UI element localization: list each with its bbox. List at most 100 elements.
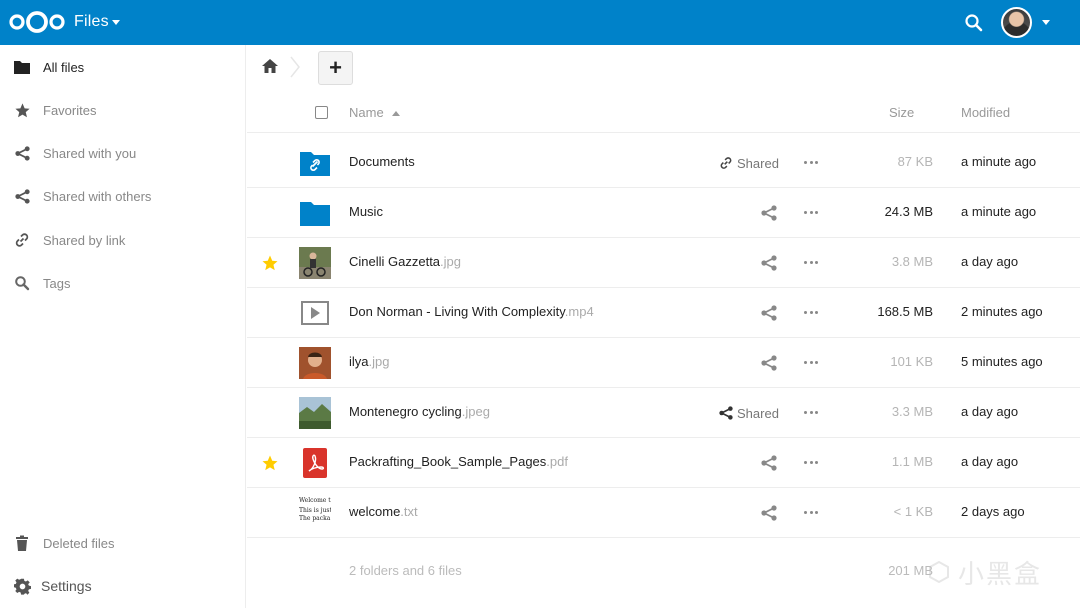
file-name[interactable]: Cinelli Gazzetta.jpg — [349, 254, 461, 269]
file-size: 3.8 MB — [891, 254, 933, 269]
share-icon — [719, 406, 733, 420]
chevron-down-icon[interactable] — [1042, 20, 1050, 25]
text-file-thumbnail: Welcome t This is just The packa — [299, 497, 331, 522]
sidebar-item-label: Shared with you — [43, 145, 137, 161]
summary-count: 2 folders and 6 files — [349, 563, 462, 578]
video-icon — [301, 301, 329, 325]
watermark: 小黑盒 — [926, 552, 1056, 592]
share-icon[interactable] — [761, 455, 777, 471]
sidebar-item-label: Tags — [43, 275, 71, 291]
file-list-area: + Name Size Modified Documents Shared 87… — [247, 45, 1080, 608]
share-icon — [13, 144, 31, 162]
nextcloud-logo-icon[interactable] — [8, 10, 66, 34]
table-row[interactable]: Don Norman - Living With Complexity.mp4 … — [247, 288, 1080, 338]
column-header-size[interactable]: Size — [889, 105, 914, 120]
sidebar-item-label: Shared by link — [43, 232, 126, 248]
select-all-checkbox[interactable] — [315, 106, 328, 119]
share-icon[interactable] — [761, 505, 777, 521]
table-row[interactable]: Packrafting_Book_Sample_Pages.pdf 1.1 MB… — [247, 438, 1080, 488]
file-modified: 2 minutes ago — [961, 304, 1043, 319]
column-header-name[interactable]: Name — [349, 105, 384, 120]
table-row[interactable]: Music 24.3 MB a minute ago — [247, 188, 1080, 238]
link-icon — [13, 231, 31, 249]
share-icon[interactable] — [761, 305, 777, 321]
app-header: Files — [0, 0, 1080, 45]
sidebar-item-label: Favorites — [43, 102, 97, 118]
share-status[interactable]: Shared — [719, 153, 779, 173]
star-icon[interactable] — [261, 254, 279, 272]
trash-icon — [13, 534, 31, 552]
file-modified: 5 minutes ago — [961, 354, 1043, 369]
home-icon[interactable] — [261, 57, 279, 75]
watermark-logo-icon — [929, 560, 949, 584]
file-name[interactable]: welcome.txt — [349, 504, 418, 519]
table-row[interactable]: Welcome t This is just The packa welcome… — [247, 488, 1080, 538]
folder-icon — [300, 202, 330, 226]
search-icon — [13, 274, 31, 292]
file-modified: a minute ago — [961, 204, 1037, 219]
image-thumbnail — [299, 347, 331, 379]
sidebar-item-favorites[interactable]: Favorites — [0, 90, 246, 130]
table-row[interactable]: Documents Shared 87 KB a minute ago — [247, 138, 1080, 188]
sidebar-item-label: Settings — [41, 578, 92, 594]
add-new-button[interactable]: + — [318, 51, 353, 85]
table-row[interactable]: Montenegro cycling.jpeg Shared 3.3 MB a … — [247, 388, 1080, 438]
share-icon[interactable] — [761, 255, 777, 271]
sidebar-item-all-files[interactable]: All files — [0, 47, 246, 87]
file-size: 87 KB — [897, 154, 933, 169]
file-name[interactable]: Music — [349, 204, 383, 219]
sidebar-item-shared-with-others[interactable]: Shared with others — [0, 176, 246, 216]
sidebar: All files Favorites Shared with you Shar… — [0, 45, 246, 608]
file-size: 168.5 MB — [877, 304, 933, 319]
share-icon[interactable] — [761, 355, 777, 371]
file-name[interactable]: Montenegro cycling.jpeg — [349, 404, 490, 419]
file-name[interactable]: ilya.jpg — [349, 354, 389, 369]
file-name[interactable]: Documents — [349, 154, 415, 169]
file-modified: 2 days ago — [961, 504, 1025, 519]
column-header-modified[interactable]: Modified — [961, 105, 1010, 120]
image-thumbnail — [299, 247, 331, 279]
more-actions-icon[interactable] — [804, 461, 818, 465]
file-modified: a day ago — [961, 454, 1019, 469]
table-header: Name Size Modified — [247, 93, 1080, 133]
share-icon[interactable] — [761, 205, 777, 221]
file-name[interactable]: Don Norman - Living With Complexity.mp4 — [349, 304, 594, 319]
pdf-icon — [303, 448, 327, 478]
more-actions-icon[interactable] — [804, 411, 818, 415]
more-actions-icon[interactable] — [804, 511, 818, 515]
sidebar-item-shared-with-you[interactable]: Shared with you — [0, 133, 246, 173]
breadcrumb: + — [247, 45, 1080, 89]
avatar[interactable] — [1001, 7, 1032, 38]
sidebar-item-tags[interactable]: Tags — [0, 263, 246, 303]
more-actions-icon[interactable] — [804, 311, 818, 315]
file-modified: a minute ago — [961, 154, 1037, 169]
search-icon[interactable] — [963, 12, 985, 34]
more-actions-icon[interactable] — [804, 361, 818, 365]
file-size: 101 KB — [890, 354, 933, 369]
sidebar-item-deleted-files[interactable]: Deleted files — [0, 523, 246, 563]
sidebar-item-shared-by-link[interactable]: Shared by link — [0, 220, 246, 260]
table-row[interactable]: ilya.jpg 101 KB 5 minutes ago — [247, 338, 1080, 388]
app-menu-title[interactable]: Files — [74, 13, 109, 31]
breadcrumb-separator — [290, 56, 300, 78]
file-name[interactable]: Packrafting_Book_Sample_Pages.pdf — [349, 454, 568, 469]
star-icon[interactable] — [261, 454, 279, 472]
sidebar-item-settings[interactable]: Settings — [0, 566, 246, 606]
file-modified: a day ago — [961, 254, 1019, 269]
sidebar-item-label: Deleted files — [43, 535, 115, 551]
folder-icon — [13, 58, 31, 76]
sort-ascending-icon[interactable] — [392, 111, 400, 116]
more-actions-icon[interactable] — [804, 211, 818, 215]
share-status[interactable]: Shared — [719, 403, 779, 423]
sidebar-item-label: Shared with others — [43, 188, 152, 204]
link-icon — [720, 157, 732, 169]
table-row[interactable]: Cinelli Gazzetta.jpg 3.8 MB a day ago — [247, 238, 1080, 288]
share-icon — [13, 187, 31, 205]
more-actions-icon[interactable] — [804, 161, 818, 165]
chevron-down-icon[interactable] — [112, 20, 120, 25]
file-modified: a day ago — [961, 404, 1019, 419]
more-actions-icon[interactable] — [804, 261, 818, 265]
gear-icon — [13, 577, 31, 595]
image-thumbnail — [299, 397, 331, 429]
shared-folder-icon — [300, 152, 330, 176]
